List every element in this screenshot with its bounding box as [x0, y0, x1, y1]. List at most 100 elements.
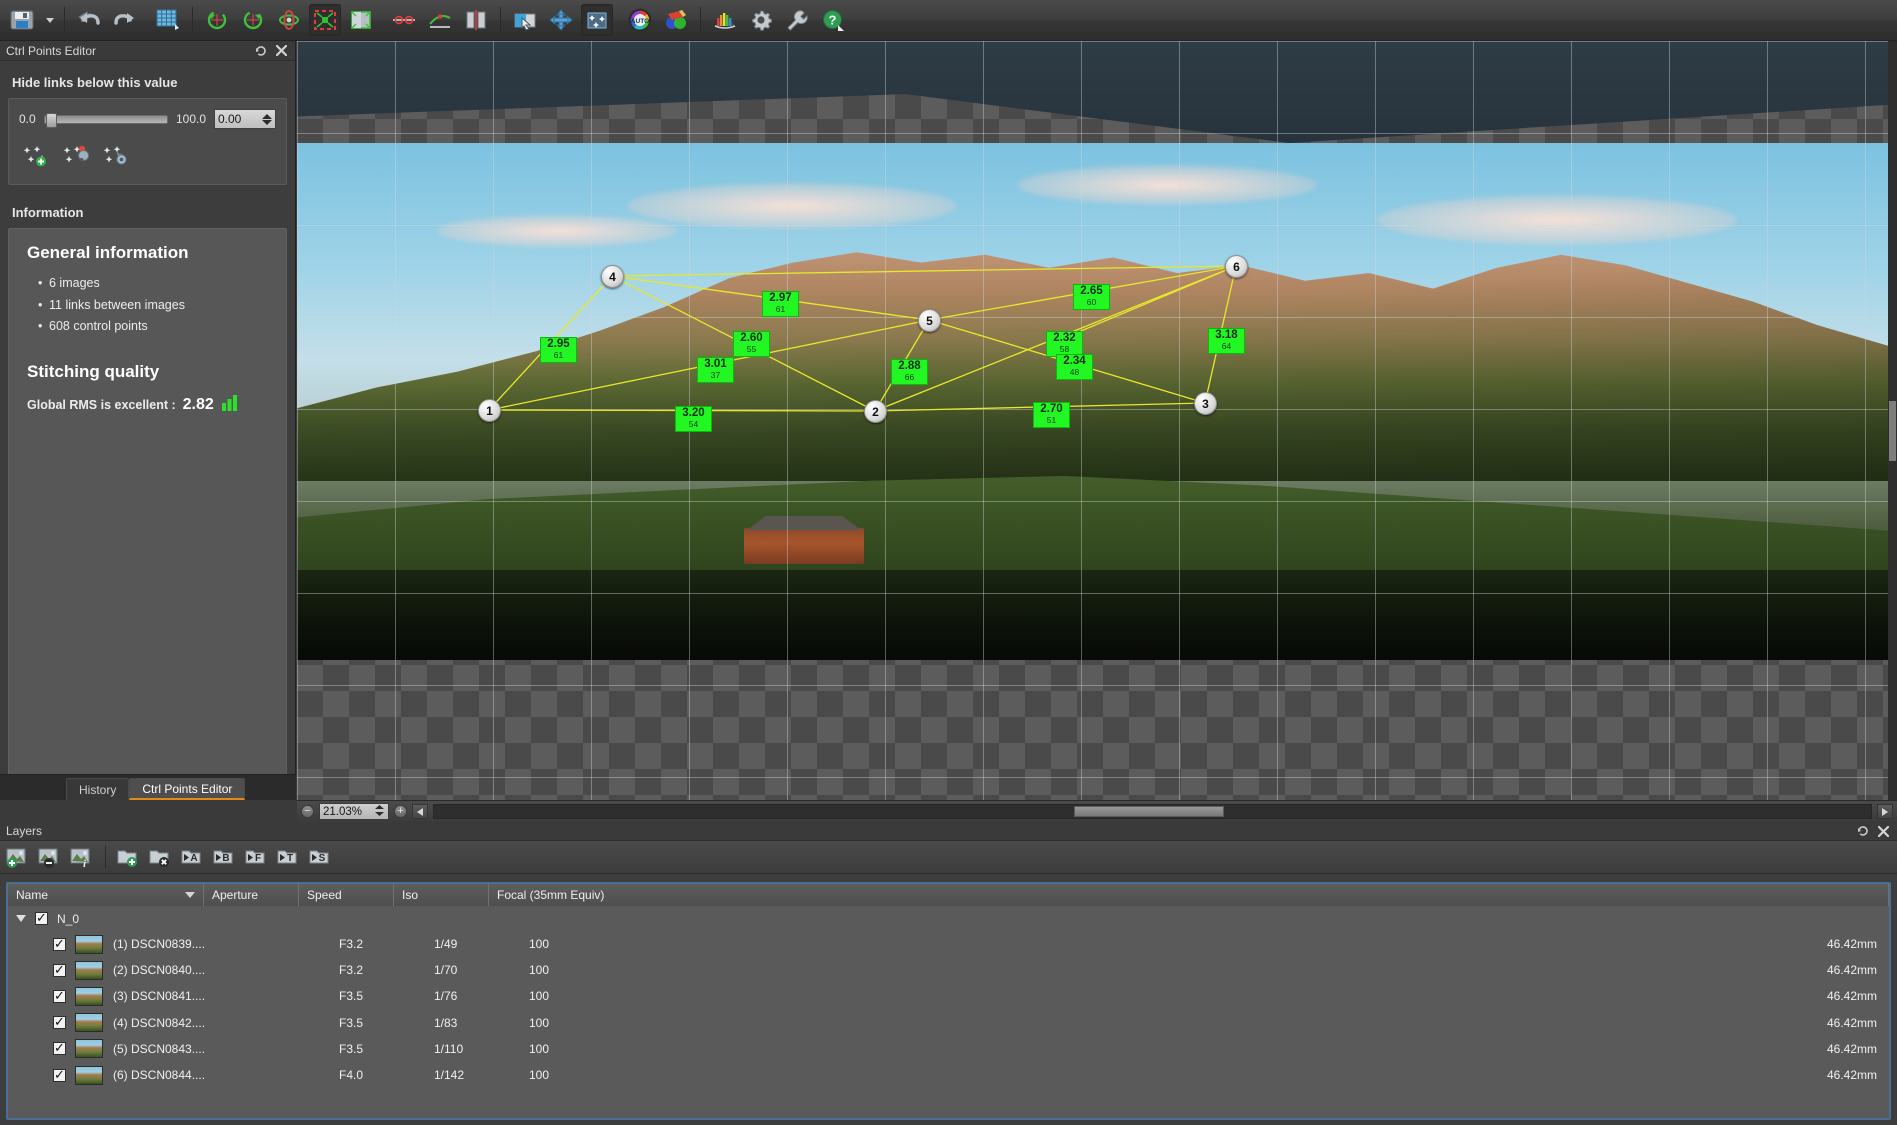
column-header-aperture[interactable]: Aperture — [204, 884, 299, 906]
row-checkbox[interactable] — [53, 1016, 66, 1030]
cp-node[interactable]: 1 — [478, 399, 501, 422]
grid-icon[interactable] — [152, 4, 184, 36]
link-label[interactable]: 2.65 60 — [1073, 284, 1110, 310]
column-header-focal[interactable]: Focal (35mm Equiv) — [489, 884, 1889, 906]
add-image-icon[interactable] — [3, 843, 33, 871]
group-t-icon[interactable]: T — [274, 843, 304, 871]
move-icon[interactable] — [545, 4, 577, 36]
scrollbar-thumb[interactable] — [1889, 401, 1896, 461]
tab-ctrl-points-editor[interactable]: Ctrl Points Editor — [129, 778, 246, 800]
toolbar-separator — [105, 846, 106, 868]
scrollbar-thumb[interactable] — [1074, 806, 1224, 817]
canvas-horizontal-scrollbar[interactable] — [433, 804, 1872, 819]
row-checkbox[interactable] — [53, 1042, 66, 1056]
scroll-left-arrow-icon[interactable] — [412, 804, 428, 819]
preferences-wrench-icon[interactable] — [781, 4, 813, 36]
scroll-right-arrow-icon[interactable] — [1877, 804, 1893, 819]
layer-group-row[interactable]: N_0 — [8, 906, 1889, 931]
link-label[interactable]: 2.88 66 — [891, 359, 928, 385]
vertical-align-icon[interactable] — [460, 4, 492, 36]
zoom-spin-arrows[interactable] — [374, 804, 385, 820]
configure-control-points-icon[interactable] — [103, 143, 129, 172]
table-row[interactable]: (6) DSCN0844.... F4.0 1/142 100 46.42mm — [8, 1062, 1889, 1088]
cp-node[interactable]: 5 — [918, 309, 941, 332]
table-row[interactable]: (1) DSCN0839.... F3.2 1/49 100 46.42mm — [8, 931, 1889, 957]
control-points-icon[interactable] — [581, 4, 613, 36]
table-row[interactable]: (4) DSCN0842.... F3.5 1/83 100 46.42mm — [8, 1010, 1889, 1036]
cell-name: (3) DSCN0841.... — [113, 989, 206, 1004]
rotate-right-icon[interactable] — [237, 4, 269, 36]
link-label[interactable]: 3.18 64 — [1208, 328, 1245, 354]
panorama-canvas[interactable]: 1 2 3 4 5 6 2.95 61 3.01 37 2.60 55 2.97… — [297, 41, 1897, 800]
column-header-name[interactable]: Name — [8, 884, 204, 906]
fill-icon[interactable] — [345, 4, 377, 36]
group-b-icon[interactable]: B — [210, 843, 240, 871]
select-region-icon[interactable] — [509, 4, 541, 36]
hide-links-spinbox[interactable]: 0.00 — [214, 109, 276, 129]
table-row[interactable]: (2) DSCN0840.... F3.2 1/70 100 46.42mm — [8, 957, 1889, 983]
table-row[interactable]: (3) DSCN0841.... F3.5 1/76 100 46.42mm — [8, 983, 1889, 1009]
remove-control-points-icon[interactable] — [63, 143, 90, 172]
auto-color-icon[interactable]: AUTO — [624, 4, 656, 36]
cell-iso: 100 — [529, 1041, 550, 1056]
tab-history[interactable]: History — [66, 778, 130, 800]
group-checkbox[interactable] — [35, 912, 48, 925]
group-a-icon[interactable]: A — [178, 843, 208, 871]
rotate-left-icon[interactable] — [201, 4, 233, 36]
row-checkbox[interactable] — [53, 1068, 66, 1082]
undock-icon[interactable] — [253, 43, 269, 59]
save-dropdown-caret[interactable] — [42, 4, 56, 36]
link-label[interactable]: 2.32 58 — [1046, 331, 1083, 357]
orientation-icon[interactable] — [273, 4, 305, 36]
group-f-icon[interactable]: F — [242, 843, 272, 871]
zoom-level-value: 21.03% — [323, 805, 363, 818]
undo-icon[interactable] — [73, 4, 105, 36]
zoom-out-icon[interactable]: − — [301, 805, 314, 818]
zoom-in-icon[interactable]: + — [394, 805, 407, 818]
link-label[interactable]: 3.20 54 — [675, 406, 712, 432]
table-row[interactable]: (5) DSCN0843.... F3.5 1/110 100 46.42mm — [8, 1036, 1889, 1062]
straighten-icon[interactable] — [424, 4, 456, 36]
list-item: 11 links between images — [38, 295, 272, 317]
link-label[interactable]: 2.95 61 — [540, 337, 577, 363]
settings-gear-icon[interactable] — [745, 4, 777, 36]
crop-icon[interactable] — [309, 4, 341, 36]
spinbox-arrows[interactable] — [262, 113, 272, 125]
link-label[interactable]: 2.97 61 — [762, 291, 799, 317]
undock-icon[interactable] — [1855, 823, 1871, 839]
cp-node[interactable]: 4 — [601, 265, 624, 288]
close-icon[interactable] — [1875, 823, 1891, 839]
canvas-vertical-scrollbar[interactable] — [1888, 41, 1897, 800]
zoom-level-input[interactable]: 21.03% — [319, 803, 389, 820]
row-checkbox[interactable] — [53, 989, 66, 1003]
histogram-icon[interactable] — [709, 4, 741, 36]
redo-icon[interactable] — [109, 4, 141, 36]
image-info-icon[interactable]: i — [67, 843, 97, 871]
save-project-icon[interactable] — [6, 4, 38, 36]
information-box: General information 6 images 11 links be… — [8, 228, 287, 784]
help-icon[interactable]: ? — [817, 4, 849, 36]
row-checkbox[interactable] — [53, 963, 66, 977]
add-group-icon[interactable] — [114, 843, 144, 871]
cp-node[interactable]: 2 — [864, 400, 887, 423]
link-label[interactable]: 3.01 37 — [697, 357, 734, 383]
slider-handle[interactable] — [45, 112, 57, 128]
column-header-iso[interactable]: Iso — [394, 884, 489, 906]
sort-descending-icon[interactable] — [185, 892, 195, 898]
hide-links-slider[interactable] — [43, 112, 168, 128]
link-label[interactable]: 2.60 55 — [733, 331, 770, 357]
remove-group-icon[interactable] — [146, 843, 176, 871]
expand-collapse-icon[interactable] — [16, 915, 26, 922]
remove-image-icon[interactable] — [35, 843, 65, 871]
add-control-points-icon[interactable] — [23, 143, 49, 172]
horizontal-align-icon[interactable] — [388, 4, 420, 36]
cp-node[interactable]: 3 — [1194, 392, 1217, 415]
cp-node[interactable]: 6 — [1225, 255, 1248, 278]
link-label[interactable]: 2.70 51 — [1033, 402, 1070, 428]
link-label[interactable]: 2.34 48 — [1056, 354, 1093, 380]
group-s-icon[interactable]: S — [306, 843, 336, 871]
close-icon[interactable] — [273, 43, 289, 59]
column-header-speed[interactable]: Speed — [299, 884, 394, 906]
blend-colors-icon[interactable] — [660, 4, 692, 36]
row-checkbox[interactable] — [53, 937, 66, 951]
